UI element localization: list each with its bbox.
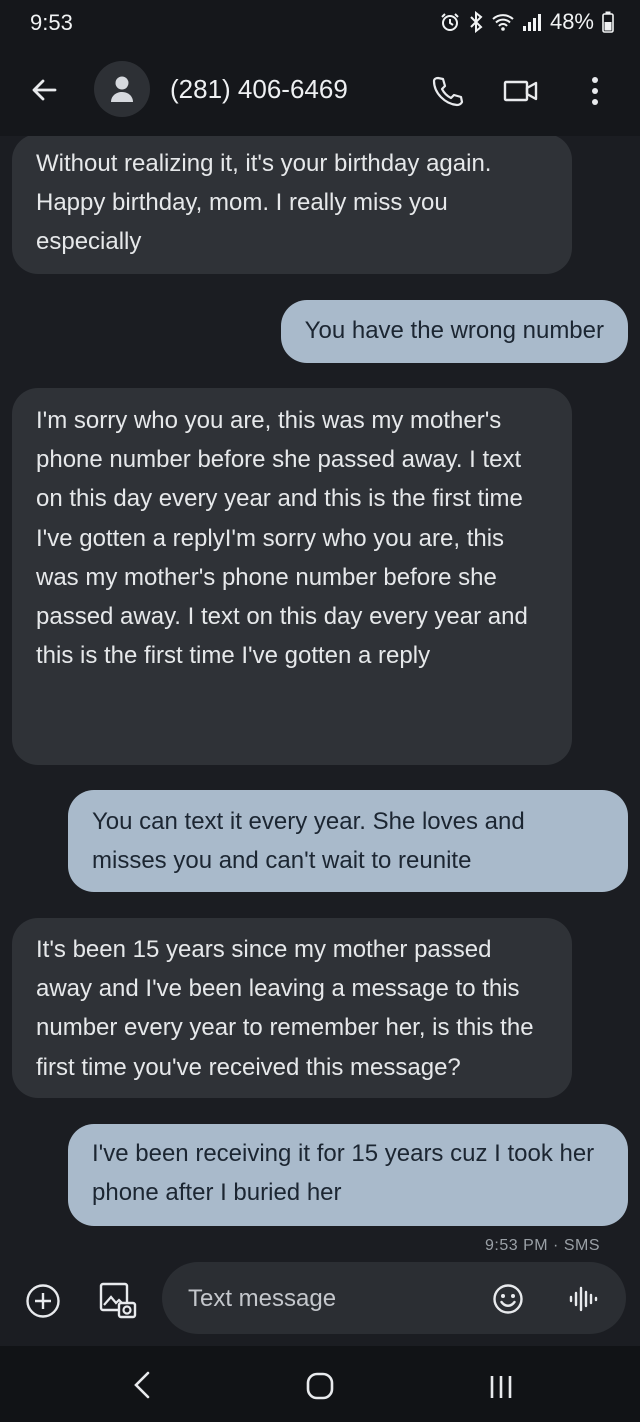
battery-percent: 48%: [549, 9, 594, 34]
nav-recents-icon[interactable]: [488, 1374, 514, 1405]
message-thread[interactable]: Without realizing it, it's your birthday…: [0, 136, 640, 1256]
nav-back-icon[interactable]: [130, 1370, 154, 1405]
contact-number[interactable]: (281) 406-6469: [170, 74, 348, 105]
conversation-header: (281) 406-6469: [0, 46, 640, 136]
bluetooth-icon: [468, 11, 484, 33]
contact-avatar[interactable]: [94, 61, 150, 117]
contact-avatar-icon: [111, 76, 133, 102]
message-bubble-incoming[interactable]: I'm sorry who you are, this was my mothe…: [12, 388, 572, 765]
message-bubble-outgoing[interactable]: You have the wrong number: [280, 300, 628, 363]
phone-icon[interactable]: [430, 74, 464, 113]
message-bubble-incoming[interactable]: It's been 15 years since my mother passe…: [12, 918, 572, 1098]
emoji-icon[interactable]: [492, 1283, 524, 1320]
voice-icon[interactable]: [568, 1283, 600, 1320]
wifi-icon: [492, 13, 514, 31]
message-timestamp: 9:53 PM · SMS: [485, 1237, 600, 1254]
message-bubble-outgoing[interactable]: I've been receiving it for 15 years cuz …: [68, 1124, 628, 1226]
compose-bar: Text message: [0, 1256, 640, 1346]
alarm-icon: [440, 12, 460, 32]
signal-icon: [522, 12, 542, 32]
more-icon[interactable]: [588, 74, 602, 113]
status-time: 9:53: [30, 10, 73, 35]
back-arrow-icon[interactable]: [28, 74, 64, 110]
system-navigation: [0, 1346, 640, 1422]
message-bubble-incoming[interactable]: Without realizing it, it's your birthday…: [12, 136, 572, 274]
status-icons: 48%: [440, 9, 614, 35]
battery-icon: [602, 11, 614, 33]
message-bubble-outgoing[interactable]: You can text it every year. She loves an…: [68, 790, 628, 892]
message-input[interactable]: Text message: [162, 1262, 626, 1334]
add-icon[interactable]: [25, 1283, 61, 1324]
status-bar: 9:53 48%: [0, 0, 640, 46]
video-icon[interactable]: [503, 77, 539, 110]
gallery-icon[interactable]: [98, 1281, 138, 1326]
message-input-placeholder: Text message: [188, 1285, 337, 1312]
nav-home-icon[interactable]: [306, 1372, 334, 1405]
